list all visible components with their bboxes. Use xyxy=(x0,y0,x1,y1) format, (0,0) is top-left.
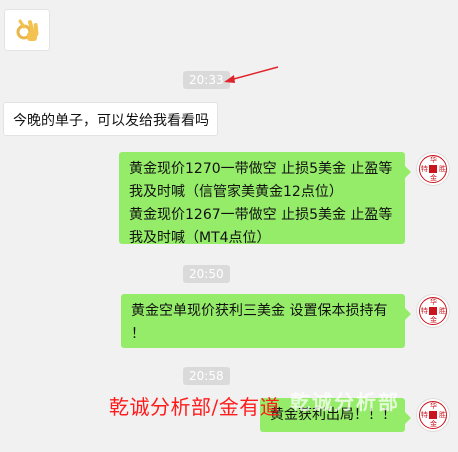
seal-char: 胜 xyxy=(439,411,446,419)
outgoing-message-bubble[interactable]: 黄金现价1270一带做空 止损5美金 止盈等 我及时喊（信管家美黄金12点位） … xyxy=(119,152,411,246)
incoming-message-text: 今晚的单子，可以发给我看看吗 xyxy=(13,113,209,129)
seal-char: 特 xyxy=(421,165,428,173)
arrow-annotation xyxy=(224,66,279,83)
message-line: 黄金现价1267一带做空 止损5美金 止盈等 xyxy=(129,207,393,223)
seal-char: 华 xyxy=(430,156,437,164)
ok-hand-icon xyxy=(16,19,39,41)
seal-char: 华 xyxy=(430,402,437,410)
seal-core xyxy=(429,307,437,315)
message-line: 我及时喊（信管家美黄金12点位） xyxy=(129,184,343,200)
seal-core xyxy=(429,411,437,419)
message-line: 黄金空单现价获利三美金 设置保本损持有 xyxy=(131,303,388,319)
seal-char: 特 xyxy=(421,307,428,315)
faint-watermark: 乾诚分析部 xyxy=(290,390,400,414)
avatar[interactable]: 华 特 胜 金 xyxy=(416,294,450,328)
seal-char: 胜 xyxy=(439,307,446,315)
incoming-message-bubble[interactable]: 今晚的单子，可以发给我看看吗 xyxy=(3,102,218,136)
message-line: 我及时喊（MT4点位） xyxy=(129,230,271,246)
outgoing-message-bubble[interactable]: 黄金空单现价获利三美金 设置保本损持有 ！ xyxy=(121,294,411,348)
avatar[interactable]: 华 特 胜 金 xyxy=(416,398,450,432)
timestamp: 20:50 xyxy=(183,265,230,283)
avatar[interactable]: 华 特 胜 金 xyxy=(416,152,450,186)
seal-char: 金 xyxy=(430,316,437,324)
seal-char: 特 xyxy=(421,411,428,419)
message-line: 黄金现价1270一带做空 止损5美金 止盈等 xyxy=(129,161,393,177)
timestamp: 20:58 xyxy=(183,367,230,385)
seal-core xyxy=(429,165,437,173)
seal-char: 华 xyxy=(430,298,437,306)
seal-char: 金 xyxy=(430,420,437,428)
message-line: ！ xyxy=(131,326,145,342)
seal-char: 金 xyxy=(430,174,437,182)
watermark-text: 乾诚分析部/金有道 xyxy=(109,395,281,419)
seal-char: 胜 xyxy=(439,165,446,173)
emoji-message-bubble[interactable] xyxy=(4,9,50,51)
